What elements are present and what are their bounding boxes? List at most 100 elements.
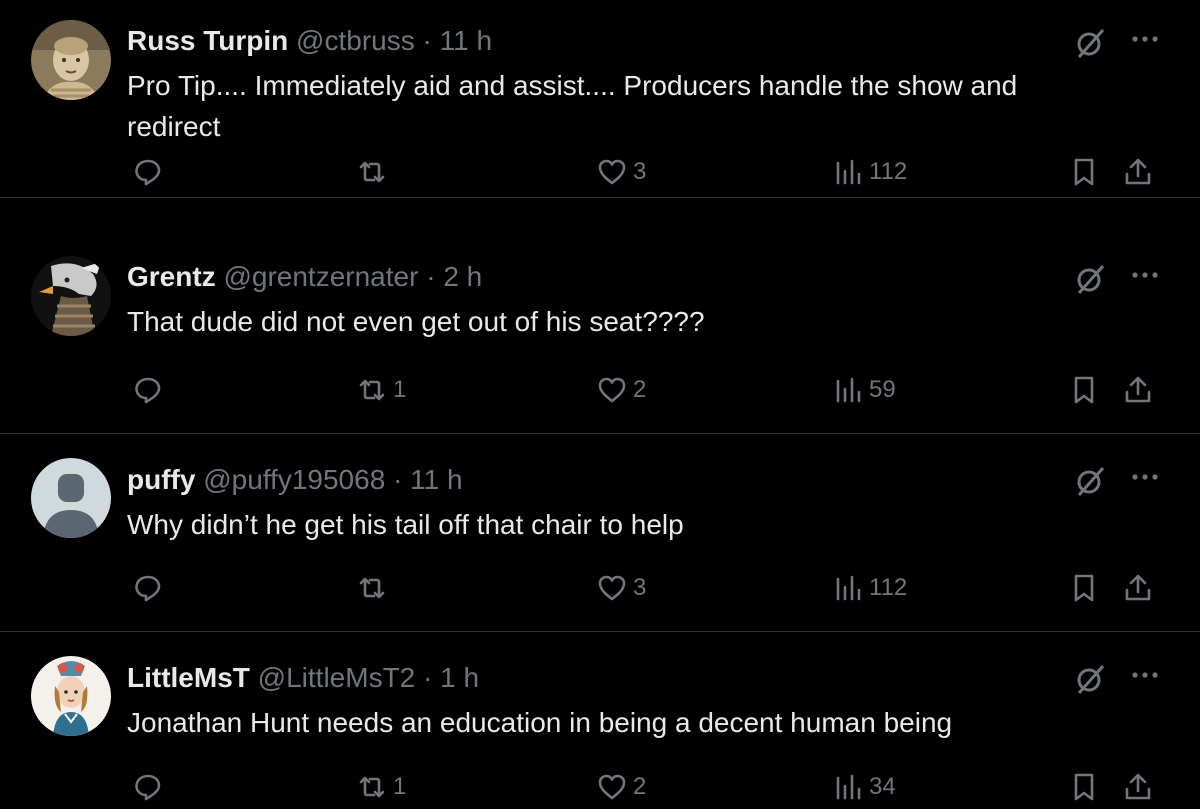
vintage-girl-avatar [31,656,111,736]
tweet-header: Grentz @grentzernater · 2 h [127,259,482,295]
share-button[interactable] [1123,767,1153,807]
bookmark-icon [1074,158,1094,186]
display-name[interactable]: Grentz [127,261,216,292]
views-icon [836,377,861,403]
like-count: 2 [633,773,647,800]
tweet[interactable]: puffy @puffy195068 · 11 h Why didn’t he … [0,434,1200,632]
share-button[interactable] [1123,370,1153,410]
retweet-icon [359,577,385,599]
like-count: 3 [633,158,647,185]
tweet-header: Russ Turpin @ctbruss · 11 h [127,23,492,59]
retweet-count: 1 [393,773,407,800]
retweet-button[interactable] [357,568,393,608]
display-name[interactable]: Russ Turpin [127,25,288,56]
bookmark-button[interactable] [1069,370,1099,410]
views-icon [836,159,861,185]
share-icon [1125,773,1151,800]
bookmark-icon [1074,376,1094,404]
bookmark-button[interactable] [1069,152,1099,192]
view-count: 34 [869,773,896,800]
grok-icon[interactable] [1074,26,1108,60]
retweet-count: 1 [393,376,407,403]
views-icon [836,575,861,601]
views-button[interactable]: 59 [833,370,896,410]
reply-button[interactable] [133,767,169,807]
bookmark-button[interactable] [1069,568,1099,608]
avatar[interactable] [31,458,111,538]
heart-icon [598,774,626,800]
reply-button[interactable] [133,370,169,410]
bookmark-icon [1074,574,1094,602]
like-button[interactable]: 2 [597,370,646,410]
tweet-text: Why didn’t he get his tail off that chai… [127,509,684,540]
tweet-header: LittleMsT @LittleMsT2 · 1 h [127,660,479,696]
like-count: 2 [633,376,647,403]
action-bar: 3 112 [0,152,1200,192]
heart-icon [598,377,626,403]
more-options-icon[interactable] [1126,660,1164,690]
like-button[interactable]: 3 [597,152,646,192]
bookmark-button[interactable] [1069,767,1099,807]
child-photo-avatar [31,20,111,100]
action-bar: 3 112 [0,568,1200,608]
tweet-header: puffy @puffy195068 · 11 h [127,462,463,498]
handle[interactable]: @grentzernater [223,261,418,292]
reply-icon [135,159,161,186]
more-options-icon[interactable] [1126,24,1164,54]
reply-button[interactable] [133,568,169,608]
tweet[interactable]: LittleMsT @LittleMsT2 · 1 h Jonathan Hun… [0,632,1200,809]
grok-icon[interactable] [1074,662,1108,696]
tweet[interactable]: Russ Turpin @ctbruss · 11 h Pro Tip.... … [0,0,1200,198]
timestamp[interactable]: · 11 h [393,464,463,495]
views-button[interactable]: 112 [833,568,907,608]
retweet-button[interactable]: 1 [357,370,406,410]
reply-icon [135,774,161,801]
handle[interactable]: @puffy195068 [203,464,385,495]
action-bar: 1 2 59 [0,370,1200,410]
eagle-warrior-avatar [31,256,111,336]
share-button[interactable] [1123,152,1153,192]
bookmark-icon [1074,773,1094,801]
tweet-text: Pro Tip.... Immediately aid and assist..… [127,70,1018,142]
display-name[interactable]: LittleMsT [127,662,250,693]
timestamp[interactable]: · 1 h [423,662,479,693]
retweet-icon [359,379,385,401]
more-options-icon[interactable] [1126,260,1164,290]
like-button[interactable]: 3 [597,568,646,608]
views-button[interactable]: 112 [833,152,907,192]
timestamp[interactable]: · 11 h [423,25,493,56]
more-options-icon[interactable] [1126,462,1164,492]
handle[interactable]: @LittleMsT2 [258,662,416,693]
views-button[interactable]: 34 [833,767,896,807]
share-icon [1125,574,1151,601]
views-icon [836,774,861,800]
view-count: 112 [869,574,908,601]
avatar[interactable] [31,656,111,736]
share-button[interactable] [1123,568,1153,608]
grok-icon[interactable] [1074,262,1108,296]
reply-feed: Russ Turpin @ctbruss · 11 h Pro Tip.... … [0,0,1200,809]
tweet[interactable]: Grentz @grentzernater · 2 h That dude di… [0,236,1200,434]
default-avatar [31,458,111,538]
reply-button[interactable] [133,152,169,192]
view-count: 112 [869,158,908,185]
action-bar: 1 2 34 [0,767,1200,807]
retweet-button[interactable] [357,152,393,192]
handle[interactable]: @ctbruss [296,25,415,56]
avatar[interactable] [31,20,111,100]
share-icon [1125,376,1151,403]
timestamp[interactable]: · 2 h [426,261,482,292]
display-name[interactable]: puffy [127,464,195,495]
retweet-icon [359,161,385,183]
grok-icon[interactable] [1074,464,1108,498]
tweet-text: That dude did not even get out of his se… [127,306,705,337]
reply-icon [135,377,161,404]
heart-icon [598,159,626,185]
retweet-button[interactable]: 1 [357,767,406,807]
like-button[interactable]: 2 [597,767,646,807]
retweet-icon [359,776,385,798]
reply-icon [135,575,161,602]
avatar[interactable] [31,256,111,336]
tweet-text: Jonathan Hunt needs an education in bein… [127,707,953,738]
like-count: 3 [633,574,647,601]
